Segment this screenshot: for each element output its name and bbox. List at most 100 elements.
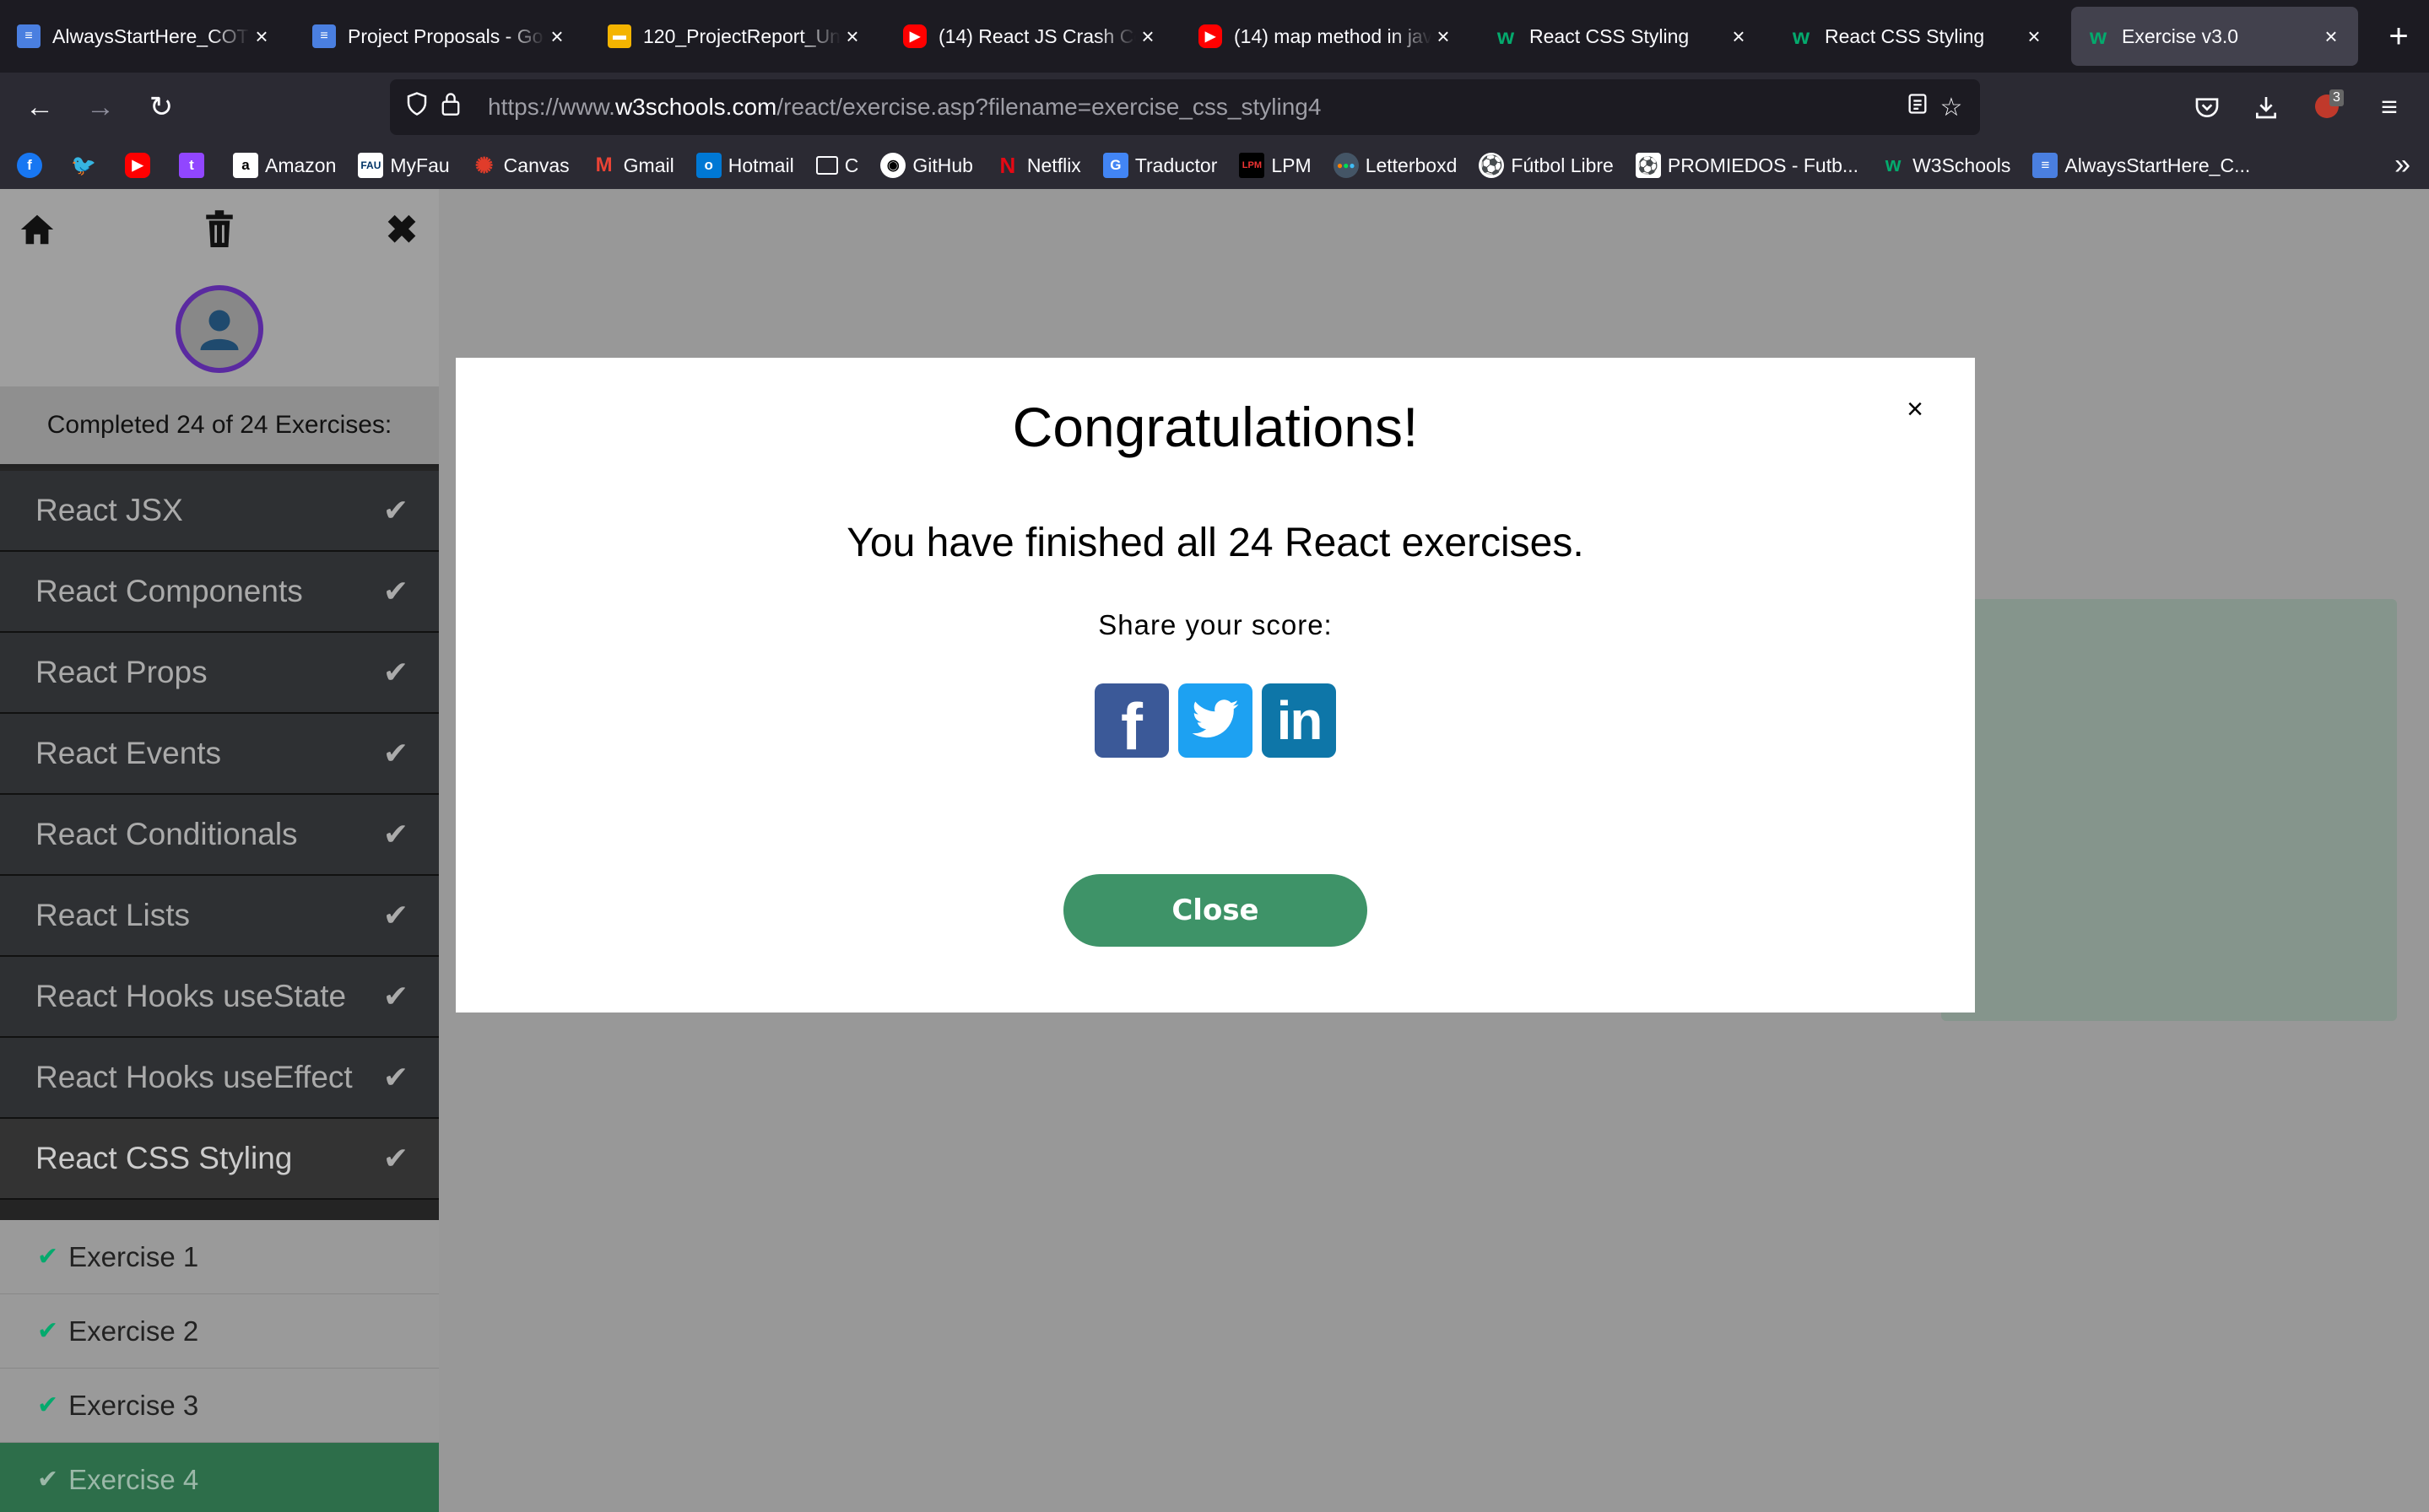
browser-tab[interactable]: w React CSS Styling × <box>1774 7 2061 66</box>
extension-icon[interactable]: 3 <box>2306 86 2348 128</box>
checkmark-icon: ✔ <box>382 979 408 1013</box>
back-arrow-icon[interactable]: ← <box>19 86 61 128</box>
bookmark-label: C <box>844 154 859 176</box>
bookmark-label: MyFau <box>390 154 450 176</box>
close-button[interactable]: Close <box>1063 874 1367 947</box>
close-tab-icon[interactable]: × <box>1727 24 1750 50</box>
bookmark-label: PROMIEDOS - Futb... <box>1667 154 1859 176</box>
tab-title: React CSS Styling <box>1529 24 1690 47</box>
topic-label: React CSS Styling <box>35 1141 293 1175</box>
bookmark-folder-c[interactable]: C <box>815 154 859 177</box>
reader-view-icon[interactable] <box>1901 91 1934 123</box>
browser-tab[interactable]: ▶ (14) map method in jav × <box>1183 7 1470 66</box>
topic-label: React Hooks useState <box>35 979 347 1013</box>
chevron-double-right-icon[interactable]: » <box>2394 148 2410 181</box>
close-tab-icon[interactable]: × <box>841 24 864 50</box>
topic-label: React Lists <box>35 898 191 932</box>
topic-react-props[interactable]: React Props ✔ <box>0 633 439 714</box>
new-tab-icon[interactable]: + <box>2380 15 2417 57</box>
bookmarks-bar: f 🐦 ▶ t a Amazon FAU MyFau ✺ Canvas M Gmail … <box>0 142 2429 189</box>
bookmark-gmail[interactable]: M Gmail <box>592 153 674 178</box>
exercise-label: Exercise 3 <box>68 1389 199 1421</box>
bookmark-facebook[interactable]: f <box>17 153 49 178</box>
bookmark-futbol-libre[interactable]: ⚽ Fútbol Libre <box>1479 153 1614 178</box>
close-tab-icon[interactable]: × <box>2319 24 2343 50</box>
tab-title: AlwaysStartHere_COT <box>52 24 249 47</box>
bookmark-amazon[interactable]: a Amazon <box>233 153 336 178</box>
tab-title: React CSS Styling <box>1825 24 1985 47</box>
topic-react-hooks-usestate[interactable]: React Hooks useState ✔ <box>0 957 439 1038</box>
topic-react-events[interactable]: React Events ✔ <box>0 714 439 795</box>
tab-title: (14) React JS Crash Co <box>939 24 1136 47</box>
browser-tab[interactable]: ▬ 120_ProjectReport_Un × <box>592 7 879 66</box>
forward-arrow-icon[interactable]: → <box>79 86 122 128</box>
bookmark-promiedos[interactable]: ⚽ PROMIEDOS - Futb... <box>1635 153 1859 178</box>
lpm-icon: LPM <box>1239 153 1265 178</box>
browser-tab-active[interactable]: w Exercise v3.0 × <box>2071 7 2358 66</box>
topic-react-css-styling[interactable]: React CSS Styling ✔ <box>0 1119 439 1200</box>
close-sidebar-icon[interactable]: ✖ <box>378 206 425 253</box>
bookmark-label: Letterboxd <box>1365 154 1458 176</box>
checkmark-icon: ✔ <box>382 493 408 527</box>
topic-react-lists[interactable]: React Lists ✔ <box>0 876 439 957</box>
close-icon[interactable]: × <box>1894 388 1936 430</box>
topic-react-hooks-useeffect[interactable]: React Hooks useEffect ✔ <box>0 1038 439 1119</box>
github-icon: ◉ <box>880 153 906 178</box>
close-tab-icon[interactable]: × <box>2022 24 2046 50</box>
reload-icon[interactable]: ↻ <box>140 86 182 128</box>
pocket-icon[interactable] <box>2186 86 2228 128</box>
linkedin-share-button[interactable]: in <box>1262 683 1336 758</box>
topic-react-jsx[interactable]: React JSX ✔ <box>0 471 439 552</box>
bookmark-alwaysstarthere[interactable]: ≡ AlwaysStartHere_C... <box>2032 153 2250 178</box>
exercise-item[interactable]: ✔ Exercise 1 <box>0 1220 439 1294</box>
browser-tab[interactable]: ▶ (14) React JS Crash Co × <box>888 7 1175 66</box>
close-tab-icon[interactable]: × <box>1136 24 1160 50</box>
bookmark-letterboxd[interactable]: ● ● ● Letterboxd <box>1333 153 1458 178</box>
bookmark-label: Fútbol Libre <box>1511 154 1614 176</box>
avatar[interactable] <box>176 285 263 373</box>
outlook-icon: o <box>695 153 722 178</box>
bookmark-github[interactable]: ◉ GitHub <box>880 153 973 178</box>
folder-icon <box>815 156 838 175</box>
exercise-item-active[interactable]: ✔ Exercise 4 <box>0 1443 439 1512</box>
browser-tab[interactable]: ≡ AlwaysStartHere_COT × <box>2 7 289 66</box>
close-tab-icon[interactable]: × <box>250 24 273 50</box>
topic-label: React Components <box>35 574 303 608</box>
exercise-item[interactable]: ✔ Exercise 2 <box>0 1294 439 1369</box>
topic-react-components[interactable]: React Components ✔ <box>0 552 439 633</box>
bookmark-traductor[interactable]: G Traductor <box>1102 153 1217 178</box>
hamburger-menu-icon[interactable]: ≡ <box>2368 86 2410 128</box>
tab-strip: ≡ AlwaysStartHere_COT × ≡ Project Propos… <box>0 0 2429 73</box>
bookmark-myfau[interactable]: FAU MyFau <box>358 153 450 178</box>
bookmark-netflix[interactable]: N Netflix <box>995 153 1081 178</box>
bookmark-w3schools[interactable]: w W3Schools <box>1880 153 2011 178</box>
lock-icon[interactable] <box>434 91 468 123</box>
bookmark-hotmail[interactable]: o Hotmail <box>695 153 794 178</box>
facebook-share-button[interactable]: f <box>1095 683 1169 764</box>
downloads-icon[interactable] <box>2245 86 2287 128</box>
exercise-item[interactable]: ✔ Exercise 3 <box>0 1369 439 1443</box>
browser-tab[interactable]: ≡ Project Proposals - Go × <box>297 7 584 66</box>
home-icon[interactable] <box>14 206 61 253</box>
close-tab-icon[interactable]: × <box>545 24 569 50</box>
facebook-icon: f <box>1121 689 1143 764</box>
address-bar[interactable]: https://www.w3schools.com/react/exercise… <box>390 79 1980 135</box>
bookmark-star-icon[interactable]: ☆ <box>1934 93 1968 122</box>
amazon-icon: a <box>233 153 258 178</box>
topic-react-conditionals[interactable]: React Conditionals ✔ <box>0 795 439 876</box>
bookmark-canvas[interactable]: ✺ Canvas <box>472 153 570 178</box>
bookmark-label: W3Schools <box>1912 154 2011 176</box>
bookmark-twitch[interactable]: t <box>179 153 211 178</box>
exercise-sidebar: ✖ Completed 24 of 24 Exercises: React JS… <box>0 189 439 1512</box>
bookmark-youtube[interactable]: ▶ <box>125 153 157 178</box>
soccer-icon: ⚽ <box>1479 153 1505 178</box>
bookmark-twitter[interactable]: 🐦 <box>71 153 103 178</box>
trash-icon[interactable] <box>196 206 243 253</box>
bookmark-lpm[interactable]: LPM LPM <box>1239 153 1312 178</box>
browser-tab[interactable]: w React CSS Styling × <box>1479 7 1766 66</box>
checkmark-icon: ✔ <box>37 1243 59 1271</box>
twitter-share-button[interactable] <box>1178 683 1252 758</box>
close-tab-icon[interactable]: × <box>1431 24 1455 50</box>
url-text[interactable]: https://www.w3schools.com/react/exercise… <box>488 94 1321 121</box>
shield-icon[interactable] <box>400 91 434 123</box>
